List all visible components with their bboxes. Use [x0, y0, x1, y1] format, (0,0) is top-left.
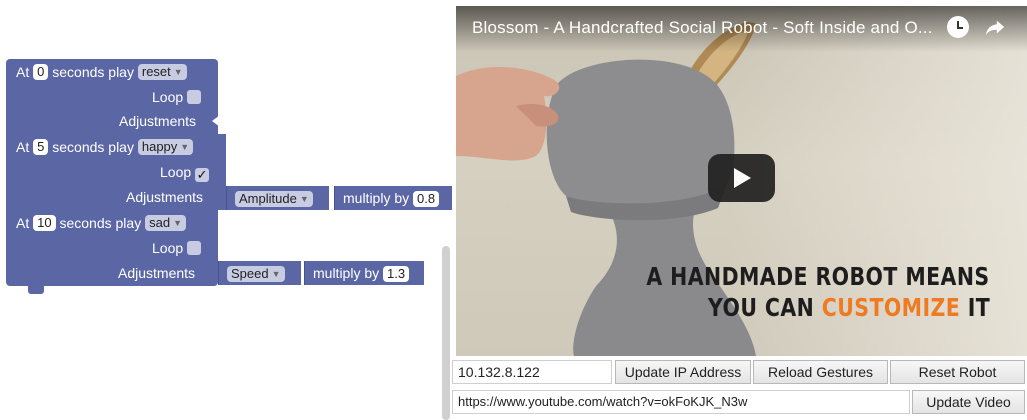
gesture-dropdown[interactable]: happy ▼: [137, 139, 194, 155]
adjustments-label: Adjustments: [118, 265, 196, 281]
share-icon[interactable]: [984, 16, 1006, 38]
block-3-header: At 10 seconds play sad ▼: [16, 213, 186, 233]
reload-gestures-button[interactable]: Reload Gestures: [753, 360, 888, 384]
adjustments-row: Adjustments: [119, 111, 196, 131]
seconds-field[interactable]: 5: [33, 139, 49, 155]
adjustments-row: Adjustments: [126, 187, 203, 207]
overlay-text-a: YOU CAN: [707, 293, 822, 322]
multiply-value-field[interactable]: 1.3: [383, 266, 410, 282]
chevron-down-icon: ▼: [173, 218, 182, 228]
loop-label: Loop: [160, 164, 192, 180]
multiply-label: multiply by: [313, 265, 380, 281]
loop-row: Loop ✓: [160, 162, 210, 182]
chevron-down-icon: ▼: [173, 67, 183, 77]
gesture-dropdown[interactable]: reset ▼: [137, 64, 187, 80]
reset-robot-button[interactable]: Reset Robot: [890, 360, 1025, 384]
gesture-dropdown[interactable]: sad ▼: [145, 215, 186, 231]
chevron-down-icon: ▼: [271, 269, 281, 279]
seconds-field[interactable]: 0: [33, 64, 49, 80]
loop-row: Loop: [152, 87, 202, 107]
seconds-play-label: seconds play: [52, 64, 134, 80]
update-video-button[interactable]: Update Video: [912, 390, 1025, 414]
next-connector: [28, 286, 44, 294]
at-label: At: [16, 64, 30, 80]
seconds-play-label: seconds play: [52, 139, 134, 155]
gesture-block-2[interactable]: At 5 seconds play happy ▼ Loop ✓ Adjustme…: [6, 134, 226, 210]
video-url-input[interactable]: https://www.youtube.com/watch?v=okFoKJK_…: [452, 390, 910, 414]
video-title[interactable]: Blossom - A Handcrafted Social Robot - S…: [472, 18, 933, 38]
video-overlay-line-1: A HANDMADE ROBOT MEANS: [646, 262, 990, 291]
adjust-param-dropdown[interactable]: Amplitude ▼: [235, 191, 313, 207]
input-connector: [212, 115, 220, 127]
update-ip-button[interactable]: Update IP Address: [615, 360, 751, 384]
chevron-down-icon: ▼: [299, 194, 309, 204]
ip-address-input[interactable]: 10.132.8.122: [452, 360, 612, 384]
seconds-play-label: seconds play: [59, 215, 142, 231]
overlay-accent-text: CUSTOMIZE: [821, 293, 961, 322]
robot-control-row: 10.132.8.122 Update IP Address Reload Ge…: [452, 359, 1027, 387]
block-1-header: At 0 seconds play reset ▼: [16, 62, 187, 82]
loop-checkbox[interactable]: ✓: [195, 168, 210, 182]
loop-checkbox[interactable]: [187, 241, 202, 255]
blockly-workspace[interactable]: At 0 seconds play reset ▼ Loop Adjustment…: [0, 0, 452, 420]
chevron-down-icon: ▼: [180, 142, 190, 152]
loop-row: Loop: [152, 238, 202, 258]
at-label: At: [16, 215, 30, 231]
loop-label: Loop: [152, 89, 184, 105]
loop-checkbox[interactable]: [187, 90, 202, 104]
loop-label: Loop: [152, 240, 184, 256]
workspace-scrollbar[interactable]: [442, 246, 450, 420]
play-icon[interactable]: [708, 154, 775, 202]
adjustments-row: Adjustments: [118, 263, 195, 283]
multiply-value-field[interactable]: 0.8: [413, 191, 440, 207]
video-overlay-line-2: YOU CAN CUSTOMIZE IT: [708, 293, 990, 322]
gesture-block-3[interactable]: At 10 seconds play sad ▼ Loop Adjustments: [6, 210, 218, 294]
adjust-param-dropdown[interactable]: Speed ▼: [227, 266, 285, 282]
watch-later-clock-icon[interactable]: [947, 16, 969, 38]
multiply-block[interactable]: multiply by 0.8: [334, 186, 452, 210]
gesture-block-1[interactable]: At 0 seconds play reset ▼ Loop Adjustment…: [6, 59, 220, 134]
adjustments-label: Adjustments: [119, 113, 197, 129]
video-url-row: https://www.youtube.com/watch?v=okFoKJK_…: [452, 389, 1027, 417]
overlay-text-c: IT: [960, 293, 990, 322]
multiply-block[interactable]: multiply by 1.3: [304, 261, 424, 285]
block-2-header: At 5 seconds play happy ▼: [16, 137, 194, 157]
speed-adjustment-block[interactable]: Speed ▼: [218, 261, 301, 285]
multiply-label: multiply by: [343, 190, 410, 206]
youtube-video-player[interactable]: Blossom - A Handcrafted Social Robot - S…: [456, 6, 1027, 356]
at-label: At: [16, 139, 30, 155]
adjustments-label: Adjustments: [126, 189, 204, 205]
seconds-field[interactable]: 10: [33, 215, 56, 231]
amplitude-adjustment-block[interactable]: Amplitude ▼: [226, 186, 329, 210]
